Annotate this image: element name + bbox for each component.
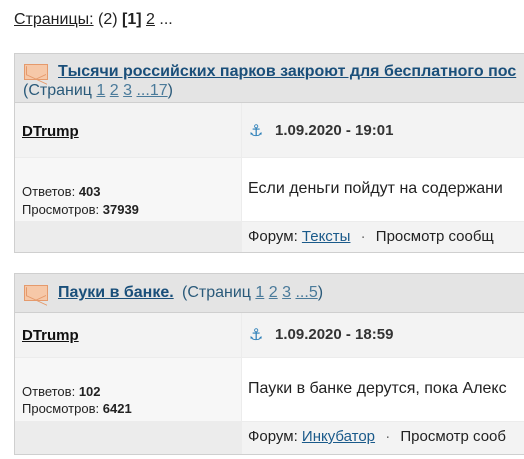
post-date: 1.09.2020 - 18:59 <box>275 326 394 343</box>
views-label: Просмотров: <box>22 202 100 217</box>
forum-line: Форум: Тексты · Просмотр сообщ <box>248 228 494 245</box>
topic-pages-close: ) <box>317 284 324 301</box>
forum-cell: Форум: Инкубатор · Просмотр сооб <box>242 422 524 454</box>
topic-page-link[interactable]: 3 <box>282 284 291 301</box>
topic-card: Тысячи российских парков закроют для бес… <box>14 53 524 253</box>
pagination-count: (2) <box>98 11 118 28</box>
separator: · <box>385 428 391 445</box>
topic-page-link[interactable]: 3 <box>123 82 132 99</box>
pagination-label[interactable]: Страницы: <box>14 11 94 28</box>
topic-pages-close: ) <box>167 82 173 99</box>
footer-left-cell <box>15 222 241 252</box>
stats-cell: Ответов: 102 Просмотров: 6421 <box>15 358 241 421</box>
date-cell: ⚓ 1.09.2020 - 18:59 <box>242 313 524 357</box>
topic-page-link[interactable]: ...17 <box>136 82 167 99</box>
view-message-link[interactable]: Просмотр сооб <box>400 428 506 445</box>
topic-page-link[interactable]: 2 <box>269 284 278 301</box>
post-excerpt: Если деньги пойдут на содержани <box>248 180 503 197</box>
views-label: Просмотров: <box>22 401 100 416</box>
footer-left-cell <box>15 422 241 454</box>
envelope-icon <box>24 64 48 80</box>
topic-page-link[interactable]: 1 <box>255 284 264 301</box>
replies-count: 403 <box>78 184 101 199</box>
topic-title-link[interactable]: Пауки в банке. <box>58 284 174 302</box>
topic-page-link[interactable]: 1 <box>96 82 105 99</box>
view-message-link[interactable]: Просмотр сообщ <box>376 228 494 245</box>
topic-pages-open: (Страниц <box>23 82 92 99</box>
excerpt-cell: Если деньги пойдут на содержани <box>242 158 524 221</box>
anchor-icon[interactable]: ⚓ <box>249 121 263 141</box>
author-cell: DTrump <box>15 313 241 357</box>
topic-title-link[interactable]: Тысячи российских парков закроют для бес… <box>58 63 516 81</box>
topic-page-link[interactable]: 2 <box>110 82 119 99</box>
replies-count: 102 <box>78 384 101 399</box>
topic-pages: (Страниц 1 2 3 ...17) <box>23 82 173 100</box>
views-count: 37939 <box>102 202 139 217</box>
forum-link[interactable]: Тексты <box>302 228 351 245</box>
forum-link[interactable]: Инкубатор <box>302 428 375 445</box>
forum-cell: Форум: Тексты · Просмотр сообщ <box>242 222 524 252</box>
views-stat: Просмотров: 6421 <box>22 401 132 416</box>
author-cell: DTrump <box>15 103 241 157</box>
topic-page-link[interactable]: ...5 <box>295 284 317 301</box>
topic-pages-open: (Страниц <box>182 284 251 301</box>
pagination-more: ... <box>159 11 173 28</box>
forum-label: Форум: <box>248 428 298 445</box>
separator: · <box>360 228 366 245</box>
date-cell: ⚓ 1.09.2020 - 19:01 <box>242 103 524 157</box>
pagination-page-2[interactable]: 2 <box>146 11 155 28</box>
forum-label: Форум: <box>248 228 298 245</box>
pagination-current: [1] <box>122 11 142 28</box>
replies-label: Ответов: <box>22 184 76 199</box>
post-date: 1.09.2020 - 19:01 <box>275 122 394 139</box>
replies-label: Ответов: <box>22 384 76 399</box>
topic-pages: (Страниц 1 2 3 ...5) <box>182 284 323 302</box>
post-excerpt: Пауки в банке дерутся, пока Алекс <box>248 380 507 397</box>
author-link[interactable]: DTrump <box>22 327 79 344</box>
stats-cell: Ответов: 403 Просмотров: 37939 <box>15 158 241 221</box>
topic-header: Пауки в банке. (Страниц 1 2 3 ...5) <box>15 274 524 313</box>
topic-header: Тысячи российских парков закроют для бес… <box>15 54 524 103</box>
forum-line: Форум: Инкубатор · Просмотр сооб <box>248 428 506 445</box>
pagination: Страницы: (2) [1] 2 ... <box>14 11 173 29</box>
envelope-icon <box>24 285 48 301</box>
anchor-icon[interactable]: ⚓ <box>249 325 263 345</box>
views-stat: Просмотров: 37939 <box>22 202 139 217</box>
views-count: 6421 <box>102 401 132 416</box>
replies-stat: Ответов: 102 <box>22 384 101 399</box>
excerpt-cell: Пауки в банке дерутся, пока Алекс <box>242 358 524 421</box>
replies-stat: Ответов: 403 <box>22 184 101 199</box>
topic-card: Пауки в банке. (Страниц 1 2 3 ...5) DTru… <box>14 273 524 455</box>
author-link[interactable]: DTrump <box>22 123 79 140</box>
